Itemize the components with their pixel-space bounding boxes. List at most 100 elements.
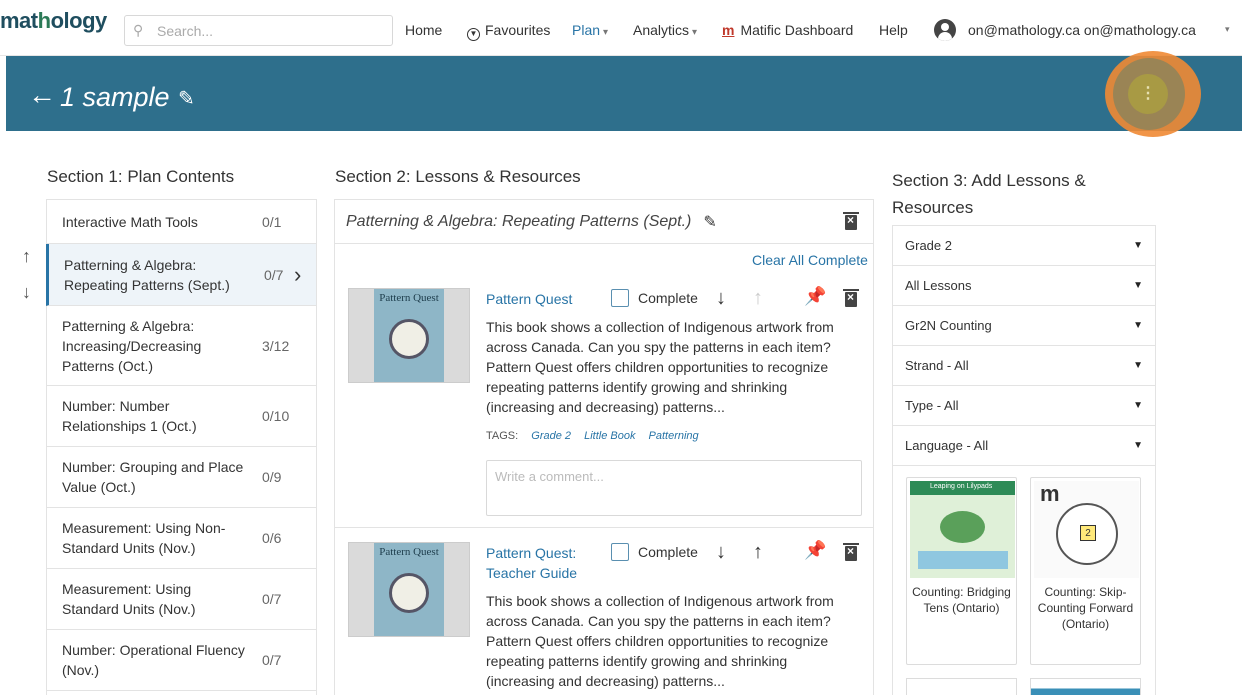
resource-description: This book shows a collection of Indigeno…	[486, 593, 834, 689]
pin-icon[interactable]: 📌	[804, 540, 826, 561]
move-up-arrow-icon[interactable]: ↑	[753, 542, 763, 562]
resource-card[interactable]: Leaping on Lilypads Counting: Bridging T…	[906, 477, 1017, 665]
dropdown-caret-icon: ▼	[1133, 320, 1143, 331]
complete-checkbox[interactable]	[611, 543, 629, 561]
resource-tags: TAGS: Grade 2 Little Book Patterning	[486, 430, 699, 442]
chevron-down-icon[interactable]: ▾	[1225, 24, 1230, 35]
resource-card[interactable]: m 2 Counting: Skip-Counting Forward (Ont…	[1030, 477, 1141, 665]
tag-link[interactable]: Grade 2	[531, 430, 571, 442]
unit-header: Patterning & Algebra: Repeating Patterns…	[335, 200, 873, 244]
plan-item-count: 0/10	[262, 408, 290, 424]
filter-type-select[interactable]: Type - All ▼	[893, 386, 1155, 426]
chevron-down-icon: ▾	[692, 27, 698, 38]
move-down-icon[interactable]: ↓	[22, 282, 31, 303]
dropdown-caret-icon: ▼	[1133, 360, 1143, 371]
resource-thumbnail[interactable]: Pattern Quest	[348, 542, 470, 637]
card-thumbnail: Leaping on Lilypads	[910, 481, 1015, 578]
edit-unit-pencil-icon[interactable]: ✎	[703, 212, 716, 232]
resource-thumbnail[interactable]: Pattern Quest	[348, 288, 470, 383]
plan-item[interactable]: Number: Number Relationships 1 (Oct.) 0/…	[47, 386, 316, 447]
card-caption: Counting: Skip-Counting Forward (Ontario…	[1037, 585, 1134, 631]
filter-value: Gr2N Counting	[905, 318, 992, 333]
nav-matific-dashboard[interactable]: m Matific Dashboard	[722, 22, 853, 38]
comment-input[interactable]: Write a comment...	[486, 460, 862, 516]
chevron-right-icon: ›	[294, 261, 302, 287]
matific-logo-icon: m	[1040, 481, 1060, 506]
resource-divider	[335, 527, 873, 528]
move-down-arrow-icon[interactable]: ↓	[716, 542, 726, 562]
plan-item-count: 0/6	[262, 530, 282, 546]
nav-help[interactable]: Help	[879, 22, 908, 38]
mathology-logo[interactable]: mathmathologyology	[0, 8, 107, 34]
filter-value: Grade 2	[905, 238, 952, 253]
complete-checkbox[interactable]	[611, 289, 629, 307]
delete-unit-trash-icon[interactable]	[843, 212, 859, 230]
complete-label: Complete	[638, 290, 698, 306]
delete-resource-trash-icon[interactable]	[843, 289, 859, 307]
plan-item-label: Number: Operational Fluency (Nov.)	[62, 642, 245, 678]
filter-lessons-select[interactable]: All Lessons ▼	[893, 266, 1155, 306]
resource-title-link[interactable]: Pattern Quest: Teacher Guide	[486, 543, 596, 583]
nav-analytics-label: Analytics	[633, 22, 690, 38]
plan-item-selected[interactable]: Patterning & Algebra: Repeating Patterns…	[46, 244, 316, 306]
resource-description: This book shows a collection of Indigeno…	[486, 319, 834, 415]
nav-favourites[interactable]: ▼ Favourites	[467, 22, 550, 41]
kebab-menu-icon[interactable]: ⋮	[1128, 74, 1168, 114]
pin-icon[interactable]: 📌	[804, 286, 826, 307]
filter-lesson-select[interactable]: Gr2N Counting ▼	[893, 306, 1155, 346]
tag-link[interactable]: Little Book	[584, 430, 635, 442]
plan-item[interactable]: Patterning & Algebra: Increasing/Decreas…	[47, 306, 316, 386]
edit-title-pencil-icon[interactable]: ✎	[178, 86, 195, 111]
plan-item[interactable]: Number: Grouping and Place Value (Oct.) …	[47, 447, 316, 508]
plan-item-count: 3/12	[262, 337, 290, 354]
resource-card[interactable]	[906, 678, 1017, 695]
unit-title: Patterning & Algebra: Repeating Patterns…	[346, 212, 692, 230]
back-arrow-icon[interactable]: ←	[28, 80, 56, 110]
filter-grade-select[interactable]: Grade 2 ▼	[893, 226, 1155, 266]
plan-item-count: 0/9	[262, 469, 282, 485]
delete-resource-trash-icon[interactable]	[843, 543, 859, 561]
dropdown-caret-icon: ▼	[1133, 280, 1143, 291]
search-input[interactable]: ⚲ Search...	[124, 15, 393, 46]
nav-plan-label: Plan	[572, 22, 601, 38]
move-up-icon[interactable]: ↑	[22, 246, 31, 267]
nav-analytics[interactable]: Analytics ▾	[633, 22, 697, 38]
avatar-icon[interactable]	[934, 19, 956, 41]
plan-item[interactable]: Measurement: Using Standard Units (Nov.)…	[47, 569, 316, 630]
filter-value: Strand - All	[905, 358, 969, 373]
nav-favourites-label: Favourites	[485, 22, 551, 38]
plan-item-count: 0/7	[262, 652, 282, 668]
nav-plan[interactable]: Plan ▾	[572, 22, 608, 38]
plan-item-label: Number: Number Relationships 1 (Oct.)	[62, 398, 197, 434]
plan-item-label: Measurement: Using Non-Standard Units (N…	[62, 520, 226, 556]
plan-item-label: Patterning & Algebra: Repeating Patterns…	[64, 256, 230, 293]
search-icon: ⚲	[133, 22, 144, 38]
filter-language-select[interactable]: Language - All ▼	[893, 426, 1155, 466]
plan-item[interactable]: Measurement: Using Non-Standard Units (N…	[47, 508, 316, 569]
thumbnail-title: Pattern Quest	[379, 546, 439, 558]
plan-contents-list: Interactive Math Tools 0/1 Patterning & …	[46, 199, 317, 695]
thumbnail-title: Pattern Quest	[379, 292, 439, 304]
resource-title-link[interactable]: Pattern Quest	[486, 289, 572, 309]
complete-label: Complete	[638, 544, 698, 560]
filter-strand-select[interactable]: Strand - All ▼	[893, 346, 1155, 386]
filter-value: Language - All	[905, 438, 989, 453]
chevron-down-icon: ▾	[603, 27, 609, 38]
plan-item[interactable]: Interactive Math Tools 0/1	[47, 200, 316, 244]
move-down-arrow-icon[interactable]: ↓	[716, 288, 726, 308]
search-placeholder: Search...	[157, 22, 214, 39]
plan-item-label: Number: Grouping and Place Value (Oct.)	[62, 459, 244, 495]
tags-label: TAGS:	[486, 430, 519, 442]
filter-value: All Lessons	[905, 278, 972, 293]
plan-item-count: 0/7	[264, 266, 284, 283]
dropdown-caret-icon: ▼	[1133, 440, 1143, 451]
plan-item-count: 0/7	[262, 591, 282, 607]
dropdown-caret-icon: ▼	[1133, 240, 1143, 251]
tag-link[interactable]: Patterning	[649, 430, 699, 442]
nav-home[interactable]: Home	[405, 22, 442, 38]
filter-value: Type - All	[905, 398, 959, 413]
clear-all-complete-link[interactable]: Clear All Complete	[752, 252, 868, 268]
plan-item[interactable]: Number: Operational Fluency (Nov.) 0/7	[47, 630, 316, 691]
resource-card[interactable]	[1030, 678, 1141, 695]
user-menu[interactable]: on@mathology.ca on@mathology.ca	[968, 22, 1196, 38]
